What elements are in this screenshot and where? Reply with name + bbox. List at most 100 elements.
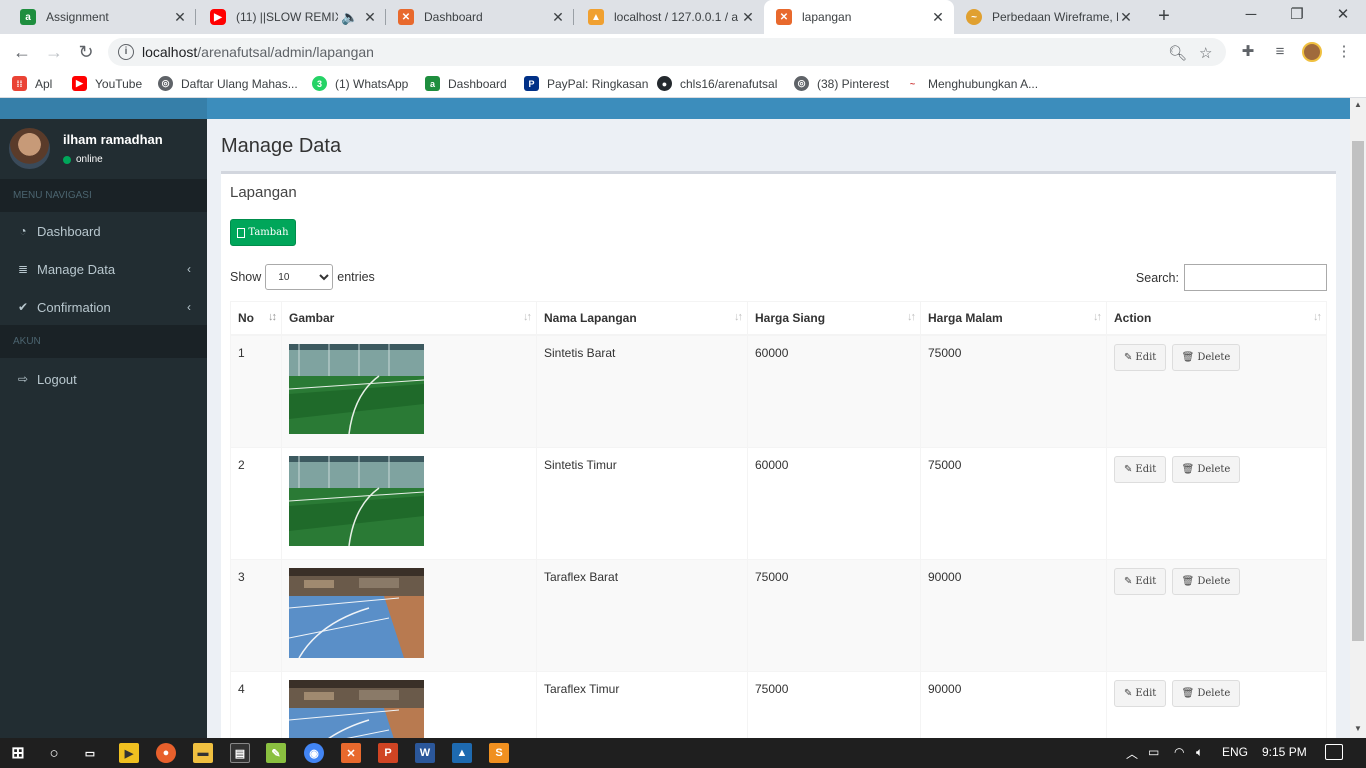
tab-youtube[interactable]: ▶ (11) ||SLOW REMIX 🔈 ✕ — [198, 0, 386, 34]
store-icon[interactable]: ▤ — [230, 743, 250, 763]
add-button[interactable]: Tambah — [230, 219, 296, 246]
search-input[interactable] — [1184, 264, 1327, 291]
classroom-icon: a — [425, 76, 440, 91]
maximize-button[interactable]: ❐ — [1274, 0, 1320, 34]
minimize-button[interactable]: ─ — [1228, 0, 1274, 34]
delete-button[interactable]: 🗑︎ Delete — [1171, 567, 1241, 595]
sidebar-item-logout[interactable]: ⇨ Logout — [0, 360, 207, 398]
browser-toolbar: ← → ↻ i localhost/arenafutsal/admin/lapa… — [0, 34, 1366, 70]
close-icon[interactable]: ✕ — [172, 9, 188, 26]
bookmark-youtube[interactable]: ▶ YouTube — [72, 76, 142, 91]
info-icon[interactable]: i — [118, 44, 134, 60]
sidebar-item-dashboard[interactable]: ◔ Dashboard — [0, 212, 207, 250]
delete-button[interactable]: 🗑︎ Delete — [1171, 679, 1241, 707]
profile-avatar[interactable] — [1302, 42, 1322, 62]
search-control: Search: — [1136, 264, 1327, 291]
star-icon[interactable]: ☆ — [1199, 44, 1212, 62]
photos-icon[interactable]: ▲ — [452, 743, 472, 763]
bookmark-whatsapp[interactable]: 3 (1) WhatsApp — [312, 76, 408, 91]
bookmark-paypal[interactable]: P PayPal: Ringkasan — [524, 76, 648, 91]
close-icon[interactable]: ✕ — [740, 9, 756, 26]
tab-dashboard[interactable]: ✕ Dashboard ✕ — [386, 0, 574, 34]
cell-harga-malam: 75000 — [920, 334, 1107, 448]
tab-assignment[interactable]: a Assignment ✕ — [8, 0, 196, 34]
column-header-harga-siang[interactable]: Harga Siang ↓↑ — [747, 301, 921, 336]
edit-button[interactable]: ✎ Edit — [1114, 679, 1167, 707]
sidebar-item-confirmation[interactable]: ✔ Confirmation ‹ — [0, 288, 207, 326]
close-icon[interactable]: ✕ — [362, 9, 378, 26]
bookmark-dashboard[interactable]: a Dashboard — [425, 76, 507, 91]
user-status: online — [63, 154, 103, 165]
new-tab-button[interactable]: + — [1152, 5, 1176, 29]
back-arrow-icon[interactable]: ← — [10, 40, 34, 64]
tab-lapangan[interactable]: ✕ lapangan ✕ — [764, 0, 954, 34]
chrome-icon[interactable]: ◉ — [304, 743, 324, 763]
edit-button[interactable]: ✎ Edit — [1114, 343, 1167, 371]
close-icon[interactable]: ✕ — [1118, 9, 1134, 26]
windows-start-icon[interactable]: ⊞ — [8, 743, 28, 763]
powerpoint-icon[interactable]: P — [378, 743, 398, 763]
clock[interactable]: 9:15 PM — [1262, 745, 1307, 759]
delete-button[interactable]: 🗑︎ Delete — [1171, 455, 1241, 483]
volume-icon[interactable]: 🔈︎ — [1196, 745, 1203, 760]
wifi-icon[interactable]: ◠ — [1174, 745, 1184, 759]
column-header-action[interactable]: Action ↓↑ — [1106, 301, 1327, 336]
zoom-icon[interactable]: 🔍︎ — [1168, 44, 1187, 62]
column-header-nama[interactable]: Nama Lapangan ↓↑ — [536, 301, 748, 336]
cell-nama: Taraflex Barat — [536, 558, 748, 672]
media-queue-icon[interactable]: ≡ — [1270, 42, 1290, 62]
sublime-icon[interactable]: S — [489, 743, 509, 763]
edit-button[interactable]: ✎ Edit — [1114, 567, 1167, 595]
cell-gambar — [281, 334, 537, 448]
globe-icon: ◎ — [794, 76, 809, 91]
xampp-icon[interactable]: ✕ — [341, 743, 361, 763]
window-close-button[interactable]: ✕ — [1320, 0, 1366, 34]
edit-button[interactable]: ✎ Edit — [1114, 455, 1167, 483]
speaker-icon[interactable]: 🔈 — [338, 9, 362, 26]
notepad-icon[interactable]: ✎ — [266, 743, 286, 763]
bookmark-apl[interactable]: ⁞⁞ Apl — [12, 76, 52, 91]
notification-icon[interactable] — [1325, 744, 1343, 760]
scrollbar-thumb[interactable] — [1352, 141, 1364, 641]
forward-arrow-icon[interactable]: → — [42, 40, 66, 64]
bookmark-pinterest[interactable]: ◎ (38) Pinterest — [794, 76, 889, 91]
tab-phpmyadmin[interactable]: ▲ localhost / 127.0.0.1 / a ✕ — [576, 0, 764, 34]
user-name: ilham ramadhan — [63, 132, 163, 147]
status-dot-icon — [63, 155, 71, 164]
url-text[interactable]: localhost/arenafutsal/admin/lapangan — [142, 44, 374, 60]
menu-kebab-icon[interactable]: ⋮ — [1334, 42, 1354, 62]
firefox-icon[interactable]: ● — [156, 743, 176, 763]
file-explorer-icon[interactable]: ▬ — [193, 743, 213, 763]
search-icon[interactable]: ○ — [44, 743, 64, 763]
extensions-puzzle-icon[interactable]: ✚ — [1238, 42, 1258, 62]
word-icon[interactable]: W — [415, 743, 435, 763]
media-player-icon[interactable]: ▶ — [119, 743, 139, 763]
sidebar-item-manage-data[interactable]: ≣ Manage Data ‹ — [0, 250, 207, 288]
windows-taskbar: ⊞ ○ ▭ ▶ ● ▬ ▤ ✎ ◉ ✕ P W ▲ S ︿ ▭ ◠ 🔈︎ ENG… — [0, 738, 1366, 768]
column-header-gambar[interactable]: Gambar ↓↑ — [281, 301, 537, 336]
scroll-up-icon[interactable]: ▲ — [1350, 100, 1366, 109]
bookmark-github[interactable]: ● chls16/arenafutsal — [657, 76, 777, 91]
cell-harga-malam: 75000 — [920, 446, 1107, 560]
entries-select[interactable]: 10 — [265, 264, 334, 290]
language-indicator[interactable]: ENG — [1222, 745, 1248, 759]
task-view-icon[interactable]: ▭ — [80, 743, 100, 763]
data-box: Lapangan Tambah Show 10 entries Search: … — [221, 171, 1336, 738]
page-scrollbar[interactable]: ▲ ▼ — [1350, 98, 1366, 738]
logo[interactable] — [0, 98, 207, 119]
column-header-harga-malam[interactable]: Harga Malam ↓↑ — [920, 301, 1107, 336]
bookmark-menghubungkan[interactable]: ~ Menghubungkan A... — [905, 76, 1038, 91]
tab-label: localhost / 127.0.0.1 / a — [614, 10, 739, 24]
scroll-down-icon[interactable]: ▼ — [1350, 724, 1366, 733]
cell-harga-malam: 90000 — [920, 670, 1107, 738]
chevron-up-icon[interactable]: ︿ — [1126, 745, 1138, 762]
address-bar[interactable]: i localhost/arenafutsal/admin/lapangan 🔍… — [108, 38, 1226, 66]
bookmark-daftar-ulang[interactable]: ◎ Daftar Ulang Mahas... — [158, 76, 298, 91]
battery-icon[interactable]: ▭ — [1148, 745, 1159, 759]
column-header-no[interactable]: No ↓↕ — [230, 301, 282, 336]
close-icon[interactable]: ✕ — [930, 9, 946, 26]
delete-button[interactable]: 🗑︎ Delete — [1171, 343, 1241, 371]
close-icon[interactable]: ✕ — [550, 9, 566, 26]
reload-icon[interactable]: ↻ — [74, 40, 98, 64]
tab-perbedaan[interactable]: ~ Perbedaan Wireframe, M ✕ — [954, 0, 1142, 34]
